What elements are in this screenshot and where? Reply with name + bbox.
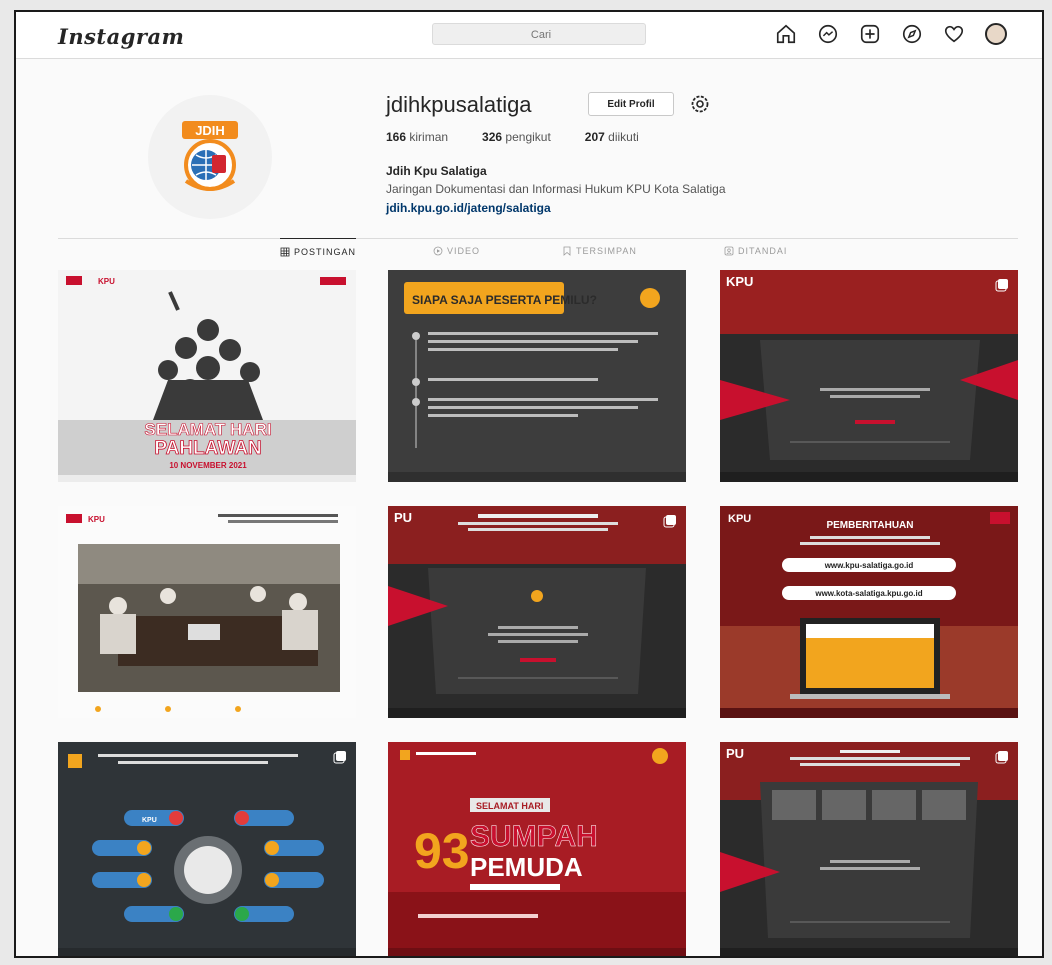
post-url-2: www.kota-salatiga.kpu.go.id (814, 589, 922, 598)
post-headline: SELAMAT HARI (476, 801, 543, 811)
followers-label: pengikut (505, 130, 551, 144)
tab-saved-label: TERSIMPAN (576, 246, 637, 256)
post-image: KPU (720, 270, 1018, 482)
post-headline: PEMBERITAHUAN (826, 520, 913, 531)
post-headline: SELAMAT HARI (144, 420, 271, 439)
post-image: KPU (58, 506, 356, 718)
posts-count: 166 (386, 130, 407, 144)
bookmark-icon (563, 246, 571, 256)
post-headline: KPU (726, 274, 753, 289)
profile-bio: Jaringan Dokumentasi dan Informasi Hukum… (386, 182, 726, 196)
tab-tagged[interactable]: DITANDAI (724, 246, 787, 256)
instagram-logo[interactable]: Instagram (58, 24, 184, 49)
post-image: SIAPA SAJA PESERTA PEMILU? (388, 270, 686, 482)
post-logo-text: KPU (98, 277, 115, 286)
tab-video-label: VIDEO (447, 246, 481, 256)
post-pemberitahuan[interactable]: KPU PEMBERITAHUAN www.kpu-salatiga.go.id… (720, 506, 1018, 718)
top-navigation-bar: Instagram (16, 12, 1042, 59)
jdih-logo-icon: JDIH (182, 121, 238, 191)
video-icon (433, 246, 443, 256)
post-headline: PU (394, 510, 412, 525)
following-count: 207 (584, 130, 605, 144)
grid-icon (280, 247, 290, 257)
profile-full-name: Jdih Kpu Salatiga (386, 164, 487, 178)
post-anniversary-number: 93 (414, 823, 470, 879)
edit-profile-button[interactable]: Edit Profil (588, 92, 674, 116)
search-input[interactable] (433, 24, 649, 46)
nav-icons (774, 22, 1008, 46)
posts-grid: KPU SELAMAT HARI PAHLAWAN 10 NOVEMBER 20… (58, 270, 1018, 956)
profile-avatar[interactable] (984, 22, 1008, 46)
carousel-icon (995, 279, 1008, 292)
posts-stat: 166 kiriman (386, 130, 448, 144)
post-subtitle: PEMUDA (470, 852, 583, 882)
profile-website-link[interactable]: jdih.kpu.go.id/jateng/salatiga (386, 201, 551, 215)
tag-icon (724, 246, 734, 256)
explore-icon[interactable] (900, 22, 924, 46)
post-rapat-koordinasi[interactable]: PU (388, 506, 686, 718)
post-image: PU (720, 742, 1018, 956)
messenger-icon[interactable] (816, 22, 840, 46)
home-icon[interactable] (774, 22, 798, 46)
following-label: diikuti (608, 130, 639, 144)
browser-page: Instagram JD (14, 10, 1044, 958)
post-sumpah-pemuda[interactable]: SELAMAT HARI 93 SUMPAH PEMUDA (388, 742, 686, 956)
profile-avatar-large[interactable]: JDIH (148, 95, 272, 219)
post-image: KPU SELAMAT HARI PAHLAWAN 10 NOVEMBER 20… (58, 270, 356, 482)
tab-posts-label: POSTINGAN (294, 247, 357, 257)
new-post-icon[interactable] (858, 22, 882, 46)
followers-count: 326 (482, 130, 503, 144)
tab-tagged-label: DITANDAI (738, 246, 788, 256)
avatar-small (985, 23, 1007, 45)
followers-stat[interactable]: 326 pengikut (482, 130, 551, 144)
tab-video[interactable]: VIDEO (433, 246, 480, 256)
post-presentation-2[interactable]: PU (720, 742, 1018, 956)
profile-header: JDIH jdihkpusalatiga Edit Profil 166 kir… (16, 58, 1042, 248)
post-headline: PU (726, 746, 744, 761)
post-url-1: www.kpu-salatiga.go.id (824, 561, 914, 570)
post-headline: SIAPA SAJA PESERTA PEMILU? (412, 293, 597, 307)
carousel-icon (333, 751, 346, 764)
post-title: PAHLAWAN (154, 438, 261, 459)
post-struktur-kpu[interactable]: KPU (58, 742, 356, 956)
post-image: KPU (58, 742, 356, 956)
post-title: SUMPAH (470, 820, 598, 853)
post-image: KPU PEMBERITAHUAN www.kpu-salatiga.go.id… (720, 506, 1018, 718)
carousel-icon (995, 751, 1008, 764)
post-hari-pahlawan[interactable]: KPU SELAMAT HARI PAHLAWAN 10 NOVEMBER 20… (58, 270, 356, 482)
profile-username: jdihkpusalatiga (386, 92, 532, 117)
post-peserta-pemilu[interactable]: SIAPA SAJA PESERTA PEMILU? (388, 270, 686, 482)
tab-posts[interactable]: POSTINGAN (280, 238, 357, 257)
post-node-label: KPU (142, 817, 157, 824)
posts-label: kiriman (409, 130, 449, 144)
following-stat[interactable]: 207 diikuti (585, 130, 639, 144)
search-box[interactable] (432, 23, 649, 46)
profile-stats: 166 kiriman 326 pengikut 207 diikuti (386, 130, 639, 144)
profile-tabs: POSTINGAN VIDEO TERSIMPAN DITANDAI (58, 238, 1018, 273)
activity-heart-icon[interactable] (942, 22, 966, 46)
post-presentation-1[interactable]: KPU (720, 270, 1018, 482)
post-image: PU (388, 506, 686, 718)
settings-gear-icon[interactable] (688, 92, 712, 116)
tab-saved[interactable]: TERSIMPAN (562, 246, 637, 256)
post-logo-text: KPU (728, 513, 751, 525)
post-rapat-photo[interactable]: KPU (58, 506, 356, 718)
post-headline: KPU (88, 515, 105, 524)
avatar-logo-text: JDIH (195, 123, 225, 138)
post-image: SELAMAT HARI 93 SUMPAH PEMUDA (388, 742, 686, 956)
carousel-icon (663, 515, 676, 528)
post-subtitle: 10 NOVEMBER 2021 (169, 461, 247, 470)
